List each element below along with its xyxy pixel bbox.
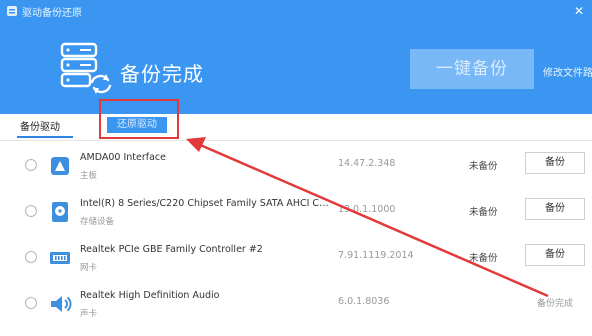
tab-backup-drivers[interactable]: 备份驱动 bbox=[20, 118, 60, 133]
list-item: AMDA00 Interface 主板 14.47.2.348 未备份 备份 bbox=[0, 142, 592, 188]
backup-status: 未备份 bbox=[469, 207, 498, 218]
change-path-link[interactable]: 修改文件路 bbox=[543, 64, 592, 79]
device-type: 网卡 bbox=[80, 263, 98, 273]
driver-version: 14.47.2.348 bbox=[338, 158, 396, 169]
device-name: AMDA00 Interface bbox=[80, 152, 166, 163]
app-icon bbox=[7, 6, 17, 16]
driver-version: 7.91.1119.2014 bbox=[338, 250, 414, 261]
device-name: Realtek PCIe GBE Family Controller #2 bbox=[80, 244, 263, 255]
list-item: Realtek High Definition Audio 声卡 6.0.1.8… bbox=[0, 280, 592, 326]
device-type: 声卡 bbox=[80, 309, 98, 319]
device-type: 主板 bbox=[80, 171, 98, 181]
backup-button[interactable]: 备份 bbox=[525, 244, 585, 266]
close-icon[interactable]: ✕ bbox=[572, 5, 586, 17]
backup-button[interactable]: 备份 bbox=[525, 152, 585, 174]
active-tab-indicator bbox=[17, 136, 73, 138]
device-name: Intel(R) 8 Series/C220 Chipset Family SA… bbox=[80, 198, 329, 209]
highlight-box bbox=[99, 99, 179, 139]
backup-button[interactable]: 备份 bbox=[525, 198, 585, 220]
backup-status: 未备份 bbox=[469, 161, 498, 172]
device-name: Realtek High Definition Audio bbox=[80, 290, 220, 301]
backup-complete-label: 备份完成 bbox=[537, 299, 574, 309]
network-card-icon bbox=[50, 252, 70, 264]
device-type: 存储设备 bbox=[80, 217, 115, 227]
select-radio[interactable] bbox=[25, 205, 37, 217]
tab-bar: 备份驱动 还原驱动 bbox=[0, 114, 592, 141]
status-title: 备份完成 bbox=[120, 62, 204, 86]
header-banner: 驱动备份还原 ✕ 备份完成 一键备份 修改文件路 bbox=[0, 0, 592, 114]
window-title: 驱动备份还原 bbox=[22, 8, 82, 19]
disk-icon bbox=[52, 202, 68, 222]
select-radio[interactable] bbox=[25, 159, 37, 171]
select-radio[interactable] bbox=[25, 251, 37, 263]
select-radio[interactable] bbox=[25, 297, 37, 309]
chip-icon bbox=[51, 157, 69, 175]
backup-status: 未备份 bbox=[469, 253, 498, 264]
server-sync-icon bbox=[60, 42, 112, 94]
driver-version: 6.0.1.8036 bbox=[338, 296, 390, 307]
list-item: Realtek PCIe GBE Family Controller #2 网卡… bbox=[0, 234, 592, 280]
driver-backup-window: 驱动备份还原 ✕ 备份完成 一键备份 修改文件路 备份驱动 还原驱动 AMDA0… bbox=[0, 0, 592, 336]
list-item: Intel(R) 8 Series/C220 Chipset Family SA… bbox=[0, 188, 592, 234]
one-click-backup-button[interactable]: 一键备份 bbox=[410, 49, 534, 89]
driver-version: 13.0.1.1000 bbox=[338, 204, 396, 215]
title-bar: 驱动备份还原 ✕ bbox=[0, 0, 592, 22]
speaker-icon bbox=[51, 296, 72, 312]
driver-list: AMDA00 Interface 主板 14.47.2.348 未备份 备份 I… bbox=[0, 142, 592, 336]
